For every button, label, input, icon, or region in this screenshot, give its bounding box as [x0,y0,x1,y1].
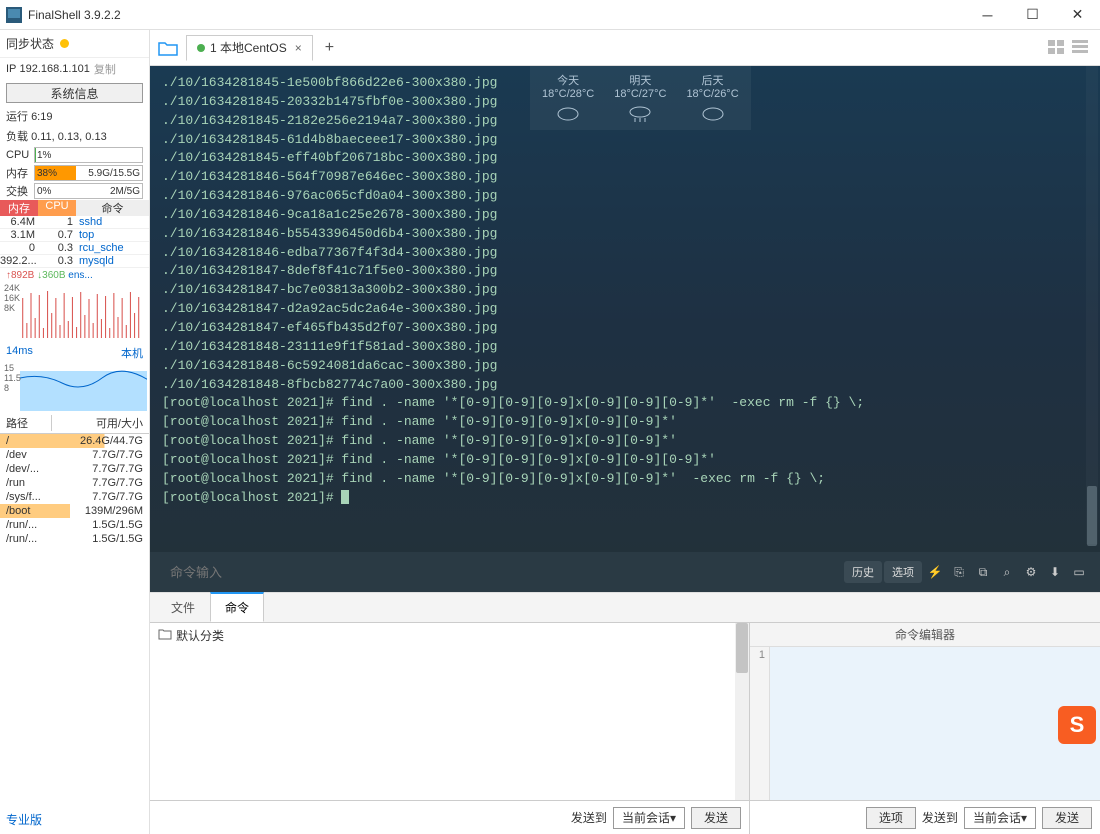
folder-outline-icon [158,628,172,643]
editor-options-button[interactable]: 选项 [866,807,916,829]
tree-root-item[interactable]: 默认分类 [158,627,741,644]
search-icon[interactable]: ⌕ [996,561,1018,583]
disk-list: /26.4G/44.7G/dev7.7G/7.7G/dev/...7.7G/7.… [0,434,149,546]
cloud-icon [699,104,727,124]
ip-row: IP 192.168.1.101 复制 [0,58,149,80]
editor-send-button[interactable]: 发送 [1042,807,1092,829]
sidebar: 同步状态 IP 192.168.1.101 复制 系统信息 运行 6:19 负载… [0,30,150,834]
bottom-tab-bar: 文件 命令 [150,592,1100,622]
sync-status: 同步状态 [0,30,149,58]
history-button[interactable]: 历史 [844,561,882,583]
weather-day: 后天18°C/26°C [686,72,738,124]
grid-view-icon[interactable] [1048,40,1068,56]
terminal-scrollbar[interactable] [1086,66,1098,544]
editor-gutter: 1 [750,647,770,800]
connected-icon [197,44,205,52]
ping-row: 14ms本机 [0,343,149,363]
disk-row[interactable]: /boot139M/296M [0,504,149,518]
tab-connection[interactable]: 1 本地CentOS× [186,35,313,61]
process-row[interactable]: 00.3rcu_sche [0,242,149,255]
copy-icon[interactable]: ⧉ [972,561,994,583]
pro-link[interactable]: 专业版 [0,805,149,834]
status-dot-icon [60,39,69,48]
tree-scrollbar[interactable] [735,623,749,800]
settings-icon[interactable]: ⚙ [1020,561,1042,583]
send-button[interactable]: 发送 [691,807,741,829]
minimize-button[interactable]: ─ [965,0,1010,29]
process-table: 内存CPU命令 6.4M1sshd3.1M0.7top00.3rcu_sche3… [0,200,149,268]
sendto-label: 发送到 [571,809,607,826]
options-button[interactable]: 选项 [884,561,922,583]
tab-bar: 1 本地CentOS× + [150,30,1100,66]
disk-row[interactable]: /run/...1.5G/1.5G [0,532,149,546]
external-app-icon[interactable]: S [1058,706,1096,744]
folder-icon[interactable] [156,36,180,60]
process-row[interactable]: 3.1M0.7top [0,229,149,242]
titlebar: FinalShell 3.9.2.2 ─ ☐ ✕ [0,0,1100,30]
app-title: FinalShell 3.9.2.2 [28,8,965,22]
maximize-button[interactable]: ☐ [1010,0,1055,29]
copy-button[interactable]: 复制 [94,61,116,77]
disk-row[interactable]: /dev7.7G/7.7G [0,448,149,462]
system-info-button[interactable]: 系统信息 [6,83,143,103]
disk-row[interactable]: /run7.7G/7.7G [0,476,149,490]
close-tab-icon[interactable]: × [295,41,302,55]
clipboard-icon[interactable]: ⎘ [948,561,970,583]
network-speed: ↑892B ↓360B ens... [0,268,149,283]
fullscreen-icon[interactable]: ▭ [1068,561,1090,583]
uptime: 运行 6:19 [0,106,149,126]
disk-row[interactable]: /dev/...7.7G/7.7G [0,462,149,476]
list-view-icon[interactable] [1072,40,1092,56]
process-row[interactable]: 6.4M1sshd [0,216,149,229]
network-graph: 24K16K8K [2,283,147,343]
editor-sendto-label: 发送到 [922,809,958,826]
process-row[interactable]: 392.2...0.3mysqld [0,255,149,268]
disk-row[interactable]: /26.4G/44.7G [0,434,149,448]
download-icon[interactable]: ⬇ [1044,561,1066,583]
terminal[interactable]: 今天18°C/28°C明天18°C/27°C后天18°C/26°C ./10/1… [150,66,1100,592]
rain-icon [626,104,654,124]
mem-usage: 内存38%5.9G/15.5G [0,164,149,182]
add-tab-button[interactable]: + [319,39,340,57]
editor-title: 命令编辑器 [750,623,1100,647]
ping-graph: 1511.58 [2,363,147,413]
command-editor[interactable]: 1 [750,647,1100,800]
ip-value: 192.168.1.101 [19,63,89,75]
cloud-icon [554,104,582,124]
tab-files[interactable]: 文件 [156,593,210,622]
cpu-usage: CPU1% [0,146,149,164]
disk-row[interactable]: /sys/f...7.7G/7.7G [0,490,149,504]
close-button[interactable]: ✕ [1055,0,1100,29]
load-avg: 负载 0.11, 0.13, 0.13 [0,126,149,146]
editor-scope-select[interactable]: 当前会话 ▾ [964,807,1036,829]
command-input[interactable] [170,565,844,580]
tab-commands[interactable]: 命令 [210,592,264,622]
weather-day: 明天18°C/27°C [614,72,666,124]
disk-row[interactable]: /run/...1.5G/1.5G [0,518,149,532]
bolt-icon[interactable]: ⚡ [924,561,946,583]
disk-header: 路径可用/大小 [0,413,149,434]
swap-usage: 交换0%2M/5G [0,182,149,200]
weather-widget: 今天18°C/28°C 明天18°C/27°C 后天18°C/26°C [530,66,751,130]
command-tree[interactable]: 默认分类 [150,623,749,800]
command-bar: 历史 选项 ⚡ ⎘ ⧉ ⌕ ⚙ ⬇ ▭ [150,552,1100,592]
scope-select[interactable]: 当前会话 ▾ [613,807,685,829]
weather-day: 今天18°C/28°C [542,72,594,124]
app-icon [6,7,22,23]
